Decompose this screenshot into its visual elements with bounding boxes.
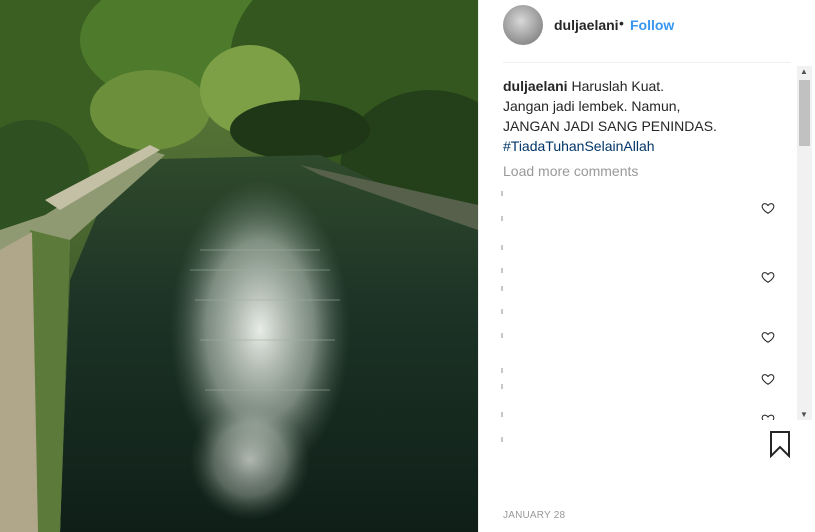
comment-marker — [501, 268, 503, 273]
comment-marker — [501, 245, 503, 250]
post-header: duljaelani • Follow — [479, 0, 815, 52]
comment-marker — [501, 191, 503, 196]
separator-dot: • — [619, 15, 624, 31]
comment-marker — [501, 216, 503, 221]
comment-marker — [501, 437, 503, 442]
heart-icon[interactable] — [761, 330, 775, 344]
heart-icon[interactable] — [761, 412, 775, 420]
heart-icon[interactable] — [761, 270, 775, 284]
caption-line-2: Jangan jadi lembek. Namun, — [503, 98, 681, 114]
comments-scrollbar[interactable]: ▲ ▼ — [797, 66, 812, 420]
comment-marker — [501, 412, 503, 417]
post-date: JANUARY 28 — [503, 510, 566, 521]
caption-username[interactable]: duljaelani — [503, 78, 568, 94]
comment-marker — [501, 368, 503, 373]
caption-line-1: Haruslah Kuat. — [571, 78, 665, 94]
heart-icon[interactable] — [761, 372, 775, 386]
comment-marker — [501, 286, 503, 291]
scroll-down-arrow-icon[interactable]: ▼ — [800, 410, 808, 419]
username-link[interactable]: duljaelani — [554, 17, 619, 33]
follow-button[interactable]: Follow — [630, 17, 674, 33]
hashtag-link[interactable]: #TiadaTuhanSelainAllah — [503, 138, 655, 154]
scroll-up-arrow-icon[interactable]: ▲ — [800, 67, 808, 76]
comment-marker — [501, 384, 503, 389]
bookmark-icon[interactable] — [769, 430, 791, 458]
caption-line-3: JANGAN JADI SANG PENINDAS. — [503, 118, 717, 134]
caption: duljaelani Haruslah Kuat. Jangan jadi le… — [503, 76, 773, 156]
comment-marker — [501, 309, 503, 314]
comments-section: duljaelani Haruslah Kuat. Jangan jadi le… — [503, 76, 773, 179]
scrollbar-thumb[interactable] — [799, 80, 810, 146]
post-sidebar: duljaelani • Follow duljaelani Haruslah … — [478, 0, 815, 532]
avatar[interactable] — [503, 5, 543, 45]
river-photo — [0, 0, 478, 532]
comment-marker — [501, 333, 503, 338]
post-photo — [0, 0, 478, 532]
load-more-comments-button[interactable]: Load more comments — [503, 163, 773, 179]
heart-icon[interactable] — [761, 201, 775, 215]
header-divider — [503, 62, 791, 63]
